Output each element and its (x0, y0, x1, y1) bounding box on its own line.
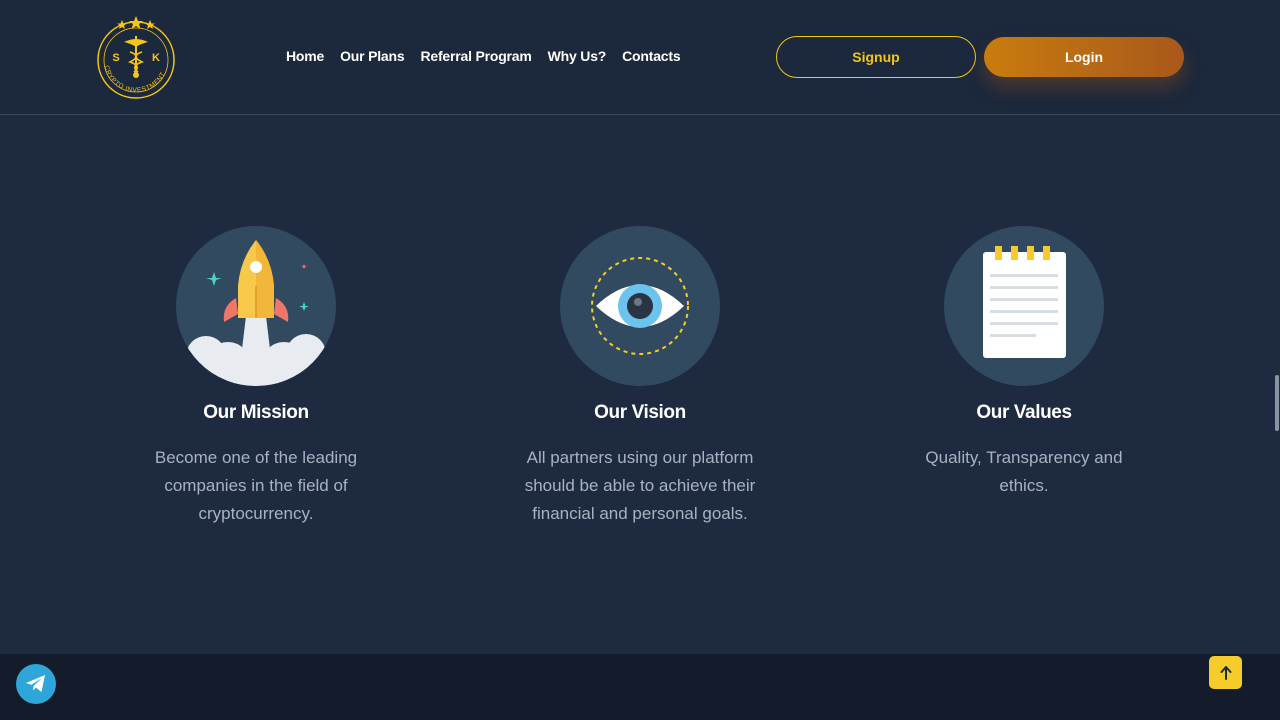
vision-text: All partners using our platform should b… (524, 448, 756, 523)
signup-button[interactable]: Signup (776, 36, 976, 78)
nav-why-us[interactable]: Why Us? (548, 48, 607, 64)
nav-referral-program[interactable]: Referral Program (420, 48, 531, 64)
site-header: S K CRYPTO INVESTMENT Home Our Plans Ref… (0, 0, 1280, 115)
telegram-button[interactable] (16, 664, 56, 704)
telegram-icon (26, 675, 45, 692)
arrow-up-icon (1220, 665, 1231, 680)
footer (0, 654, 1280, 720)
nav-our-plans[interactable]: Our Plans (340, 48, 405, 64)
logo[interactable]: S K CRYPTO INVESTMENT (94, 14, 178, 100)
values-text: Quality, Transparency and ethics. (925, 448, 1123, 495)
main-nav: Home Our Plans Referral Program Why Us? … (286, 48, 681, 64)
logo-emblem-icon: S K CRYPTO INVESTMENT (97, 16, 175, 99)
vision-title: Our Vision (594, 402, 686, 423)
svg-text:K: K (152, 52, 160, 64)
nav-contacts[interactable]: Contacts (622, 48, 680, 64)
vision-icon-circle (560, 226, 720, 386)
mission-card: Our Mission Become one of the leading co… (106, 226, 406, 528)
login-button[interactable]: Login (984, 37, 1184, 77)
vision-card: Our Vision All partners using our platfo… (490, 226, 790, 528)
values-title: Our Values (976, 402, 1072, 423)
values-icon-circle (944, 226, 1104, 386)
scrollbar-thumb[interactable] (1275, 375, 1279, 431)
nav-home[interactable]: Home (286, 48, 324, 64)
mission-title: Our Mission (203, 402, 309, 423)
notepad-icon (983, 246, 1066, 358)
rocket-icon (176, 240, 336, 386)
back-to-top-button[interactable] (1209, 656, 1242, 689)
mission-icon-circle (176, 226, 336, 386)
svg-text:S: S (112, 52, 119, 64)
values-card: Our Values Quality, Transparency and eth… (874, 226, 1174, 500)
mission-text: Become one of the leading companies in t… (154, 448, 358, 523)
eye-icon (591, 257, 689, 355)
